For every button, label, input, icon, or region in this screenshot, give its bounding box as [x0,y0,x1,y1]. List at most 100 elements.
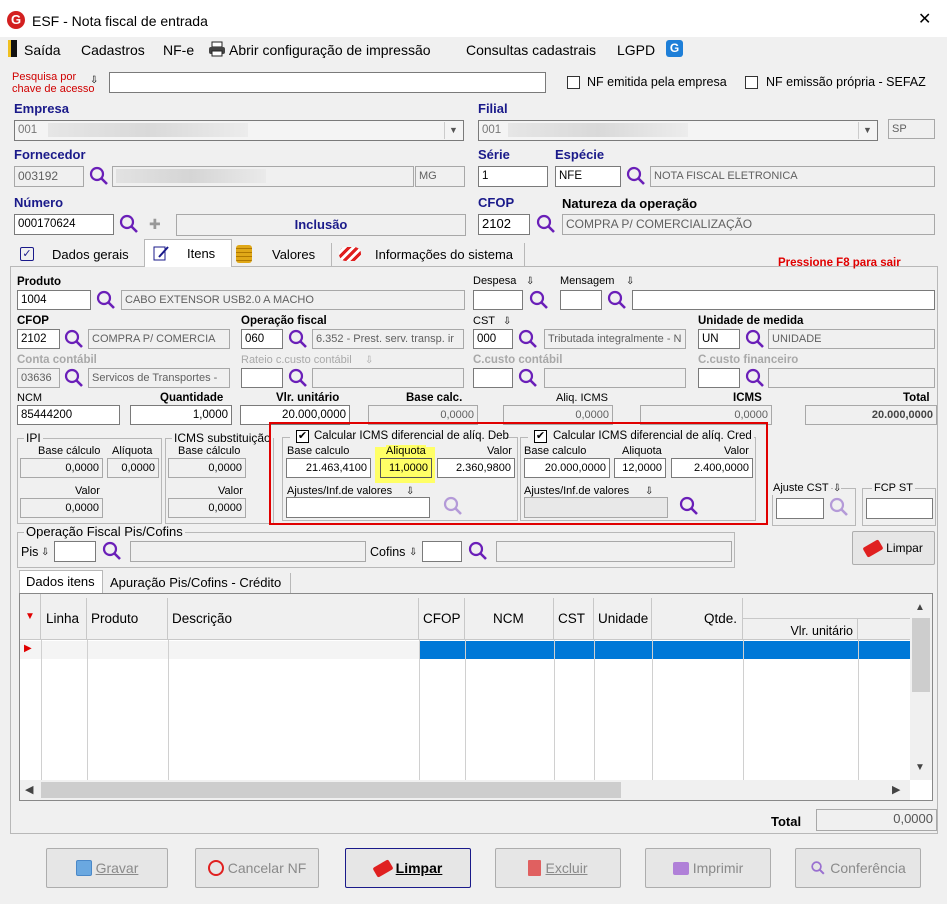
quantidade-input[interactable]: 1,0000 [130,405,232,425]
numero-input[interactable]: 000170624 [14,214,114,235]
cfop-input[interactable]: 2102 [478,214,530,235]
menu-cadastros[interactable]: Cadastros [81,42,145,58]
scroll-thumb[interactable] [912,618,930,692]
subtab-dados-itens[interactable]: Dados itens [19,570,103,593]
search-icon[interactable] [88,165,110,187]
limpar-button[interactable]: Limpar [345,848,471,888]
col-qtde[interactable]: Qtde. [652,598,743,640]
col-ncm[interactable]: NCM [465,598,554,640]
cst-code[interactable]: 000 [473,329,513,349]
especie-code[interactable]: NFE [555,166,621,187]
col-cst[interactable]: CST [554,598,594,640]
nf-propria-checkbox[interactable] [745,76,758,89]
search-icon[interactable] [118,213,140,235]
row-selected-cell[interactable] [419,641,910,659]
ccusto-fin-code[interactable] [698,368,740,388]
mensagem-input[interactable] [560,290,602,310]
difal-cred-ajustes-input[interactable] [524,497,668,518]
search-icon[interactable] [101,540,123,562]
pis-input[interactable] [54,541,96,562]
vertical-scrollbar[interactable]: ▲ ▼ [910,594,932,780]
tab-itens[interactable]: Itens [144,239,232,267]
imprimir-button[interactable]: Imprimir [645,848,771,888]
search-icon[interactable] [63,328,85,350]
search-icon[interactable] [606,289,628,311]
search-icon[interactable] [528,289,550,311]
difal-deb-base-value[interactable]: 21.463,4100 [286,458,371,478]
gravar-button[interactable]: Gravar [46,848,168,888]
chevron-down-icon[interactable]: ▼ [444,122,462,139]
close-icon[interactable]: ✕ [918,12,931,28]
chevron-down-icon[interactable]: ▼ [858,122,876,139]
difal-deb-valor-value[interactable]: 2.360,9800 [437,458,515,478]
difal-cred-valor-value[interactable]: 2.400,0000 [671,458,753,478]
conferencia-button[interactable]: Conferência [795,848,921,888]
grid-indicator-header: ▼ [20,594,41,640]
tab-informacoes[interactable]: Informações do sistema [333,243,525,266]
unidade-code[interactable]: UN [698,329,740,349]
search-icon[interactable] [678,495,700,517]
nf-empresa-checkbox[interactable] [567,76,580,89]
search-icon[interactable] [828,496,850,518]
col-produto[interactable]: Produto [87,598,168,640]
scroll-left-icon[interactable]: ◀ [25,783,33,796]
search-icon[interactable] [744,367,766,389]
difal-deb-ajustes-input[interactable] [286,497,430,518]
stripes-icon [339,247,361,261]
search-icon[interactable] [95,289,117,311]
limpar-small-button[interactable]: Limpar [852,531,935,565]
menu-lgpd[interactable]: LGPD [617,42,655,58]
excluir-button[interactable]: Excluir [495,848,621,888]
item-cfop-input[interactable]: 2102 [17,329,60,349]
menu-nfe[interactable]: NF-e [163,42,194,58]
difal-deb-checkbox[interactable]: ✔ [296,430,309,443]
scroll-down-icon[interactable]: ▼ [915,762,925,773]
tab-dados-gerais[interactable]: ✓ Dados gerais [14,243,144,266]
produto-code[interactable]: 1004 [17,290,91,310]
menu-consultas[interactable]: Consultas cadastrais [466,42,596,58]
search-icon[interactable] [535,213,557,235]
ipi-aliq-value: 0,0000 [107,458,159,478]
mensagem-desc[interactable] [632,290,935,310]
scroll-up-icon[interactable]: ▲ [915,602,925,613]
search-icon[interactable] [744,328,766,350]
ncm-input[interactable]: 85444200 [17,405,120,425]
search-icon[interactable] [625,165,647,187]
serie-input[interactable]: 1 [478,166,548,187]
search-icon[interactable] [467,540,489,562]
add-icon[interactable]: ✚ [149,217,161,231]
cofins-input[interactable] [422,541,462,562]
subtab-apuracao[interactable]: Apuração Pis/Cofins - Crédito [104,573,291,593]
despesa-input[interactable] [473,290,523,310]
search-icon[interactable] [517,328,539,350]
cancelar-nf-button[interactable]: Cancelar NF [195,848,319,888]
col-unidade[interactable]: Unidade [594,598,652,640]
scroll-thumb-h[interactable] [41,782,621,798]
ajuste-cst-input[interactable] [776,498,824,519]
menu-saida[interactable]: Saída [24,42,61,58]
conta-code[interactable]: 03636 [17,368,60,388]
search-icon[interactable] [517,367,539,389]
col-vlr-unit[interactable]: Vlr. unitário [743,619,858,640]
operacao-code[interactable]: 060 [241,329,283,349]
search-icon[interactable] [442,495,464,517]
fornecedor-code[interactable]: 003192 [14,166,84,187]
scroll-right-icon[interactable]: ▶ [892,783,900,796]
search-input[interactable] [109,72,546,93]
search-icon[interactable] [63,367,85,389]
difal-cred-base-value[interactable]: 20.000,0000 [524,458,610,478]
col-linha[interactable]: Linha [42,598,87,640]
horizontal-scrollbar[interactable]: ◀ ▶ [20,780,910,800]
difal-cred-checkbox[interactable]: ✔ [534,430,547,443]
difal-deb-aliq-value[interactable]: 11,0000 [380,458,432,478]
search-icon[interactable] [287,367,309,389]
difal-cred-aliq-value[interactable]: 12,0000 [614,458,666,478]
fcp-st-input[interactable] [866,498,933,519]
menu-abrir-config[interactable]: Abrir configuração de impressão [229,42,431,58]
search-icon[interactable] [287,328,309,350]
tab-valores[interactable]: Valores [232,243,332,266]
rateio-code[interactable] [241,368,283,388]
col-descricao[interactable]: Descrição [168,598,419,640]
col-cfop[interactable]: CFOP [419,598,465,640]
ccusto-code[interactable] [473,368,513,388]
